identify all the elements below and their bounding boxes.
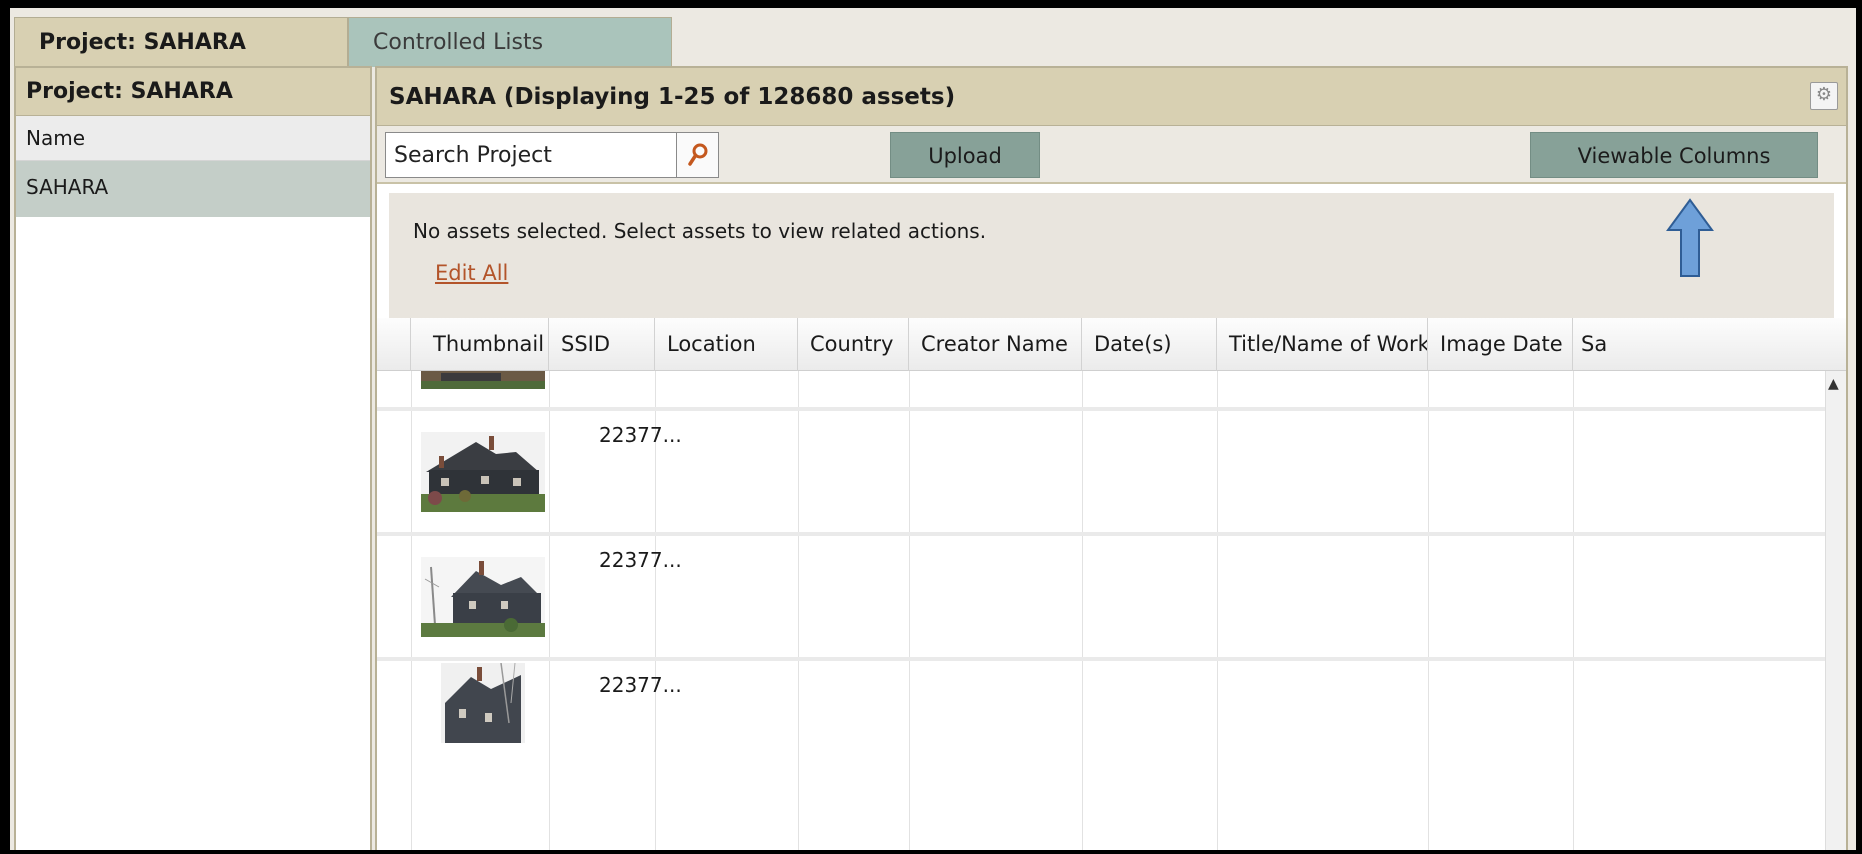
table-row[interactable]: 22377... bbox=[377, 536, 1846, 657]
name-column-header[interactable]: Name bbox=[16, 116, 370, 161]
table-row[interactable]: 22377... bbox=[377, 411, 1846, 532]
column-title[interactable]: Title/Name of Work bbox=[1217, 318, 1428, 371]
grid-scrollbar[interactable] bbox=[1825, 371, 1846, 850]
search-button[interactable] bbox=[676, 133, 718, 177]
top-tabs: Project: SAHARA Controlled Lists bbox=[10, 17, 1856, 67]
column-country[interactable]: Country bbox=[798, 318, 909, 371]
ssid-cell: 22377... bbox=[599, 548, 682, 572]
gear-icon[interactable]: ⚙ bbox=[1810, 82, 1838, 110]
notice-text: No assets selected. Select assets to vie… bbox=[413, 219, 987, 243]
column-sa[interactable]: Sa bbox=[1573, 318, 1613, 371]
project-list-panel: Project: SAHARA Name SAHARA bbox=[14, 66, 372, 850]
scroll-up-icon[interactable]: ▲ bbox=[1828, 376, 1839, 392]
annotation-arrow-icon bbox=[1666, 198, 1714, 277]
ssid-cell: 22377... bbox=[599, 423, 682, 447]
thumbnail-image[interactable] bbox=[421, 432, 545, 512]
ssid-cell: 22377... bbox=[599, 673, 682, 697]
assets-panel: SAHARA (Displaying 1-25 of 128680 assets… bbox=[375, 66, 1848, 850]
assets-title: SAHARA (Displaying 1-25 of 128680 assets… bbox=[377, 68, 1846, 126]
search-box bbox=[385, 132, 719, 178]
tab-controlled-lists[interactable]: Controlled Lists bbox=[348, 17, 672, 67]
project-row-sahara[interactable]: SAHARA bbox=[16, 161, 370, 217]
select-column-header[interactable] bbox=[377, 318, 411, 371]
assets-toolbar: Upload Viewable Columns bbox=[377, 126, 1846, 184]
upload-button[interactable]: Upload bbox=[890, 132, 1040, 178]
app-frame: Project: SAHARA Controlled Lists Project… bbox=[10, 8, 1856, 850]
edit-all-link[interactable]: Edit All bbox=[435, 261, 508, 285]
grid-header: Thumbnail SSID Location Country Creator … bbox=[377, 318, 1846, 371]
thumbnail-image[interactable] bbox=[421, 557, 545, 637]
table-row[interactable]: 22377... bbox=[377, 661, 1846, 781]
column-dates[interactable]: Date(s) bbox=[1082, 318, 1217, 371]
thumbnail-image[interactable] bbox=[441, 663, 525, 743]
viewable-columns-button[interactable]: Viewable Columns bbox=[1530, 132, 1818, 178]
column-creator-name[interactable]: Creator Name bbox=[909, 318, 1082, 371]
assets-title-text: SAHARA (Displaying 1-25 of 128680 assets… bbox=[389, 84, 956, 110]
column-location[interactable]: Location bbox=[655, 318, 798, 371]
thumbnail-image[interactable] bbox=[421, 371, 545, 389]
search-input[interactable] bbox=[386, 142, 671, 168]
table-row[interactable] bbox=[377, 371, 1846, 407]
column-image-date[interactable]: Image Date bbox=[1428, 318, 1573, 371]
search-icon bbox=[687, 143, 707, 166]
tab-project[interactable]: Project: SAHARA bbox=[14, 17, 348, 67]
column-ssid[interactable]: SSID bbox=[549, 318, 655, 371]
column-thumbnail[interactable]: Thumbnail bbox=[411, 318, 549, 371]
selection-notice: No assets selected. Select assets to vie… bbox=[389, 193, 1834, 323]
project-list-title: Project: SAHARA bbox=[16, 68, 370, 116]
assets-grid: Thumbnail SSID Location Country Creator … bbox=[377, 318, 1846, 850]
